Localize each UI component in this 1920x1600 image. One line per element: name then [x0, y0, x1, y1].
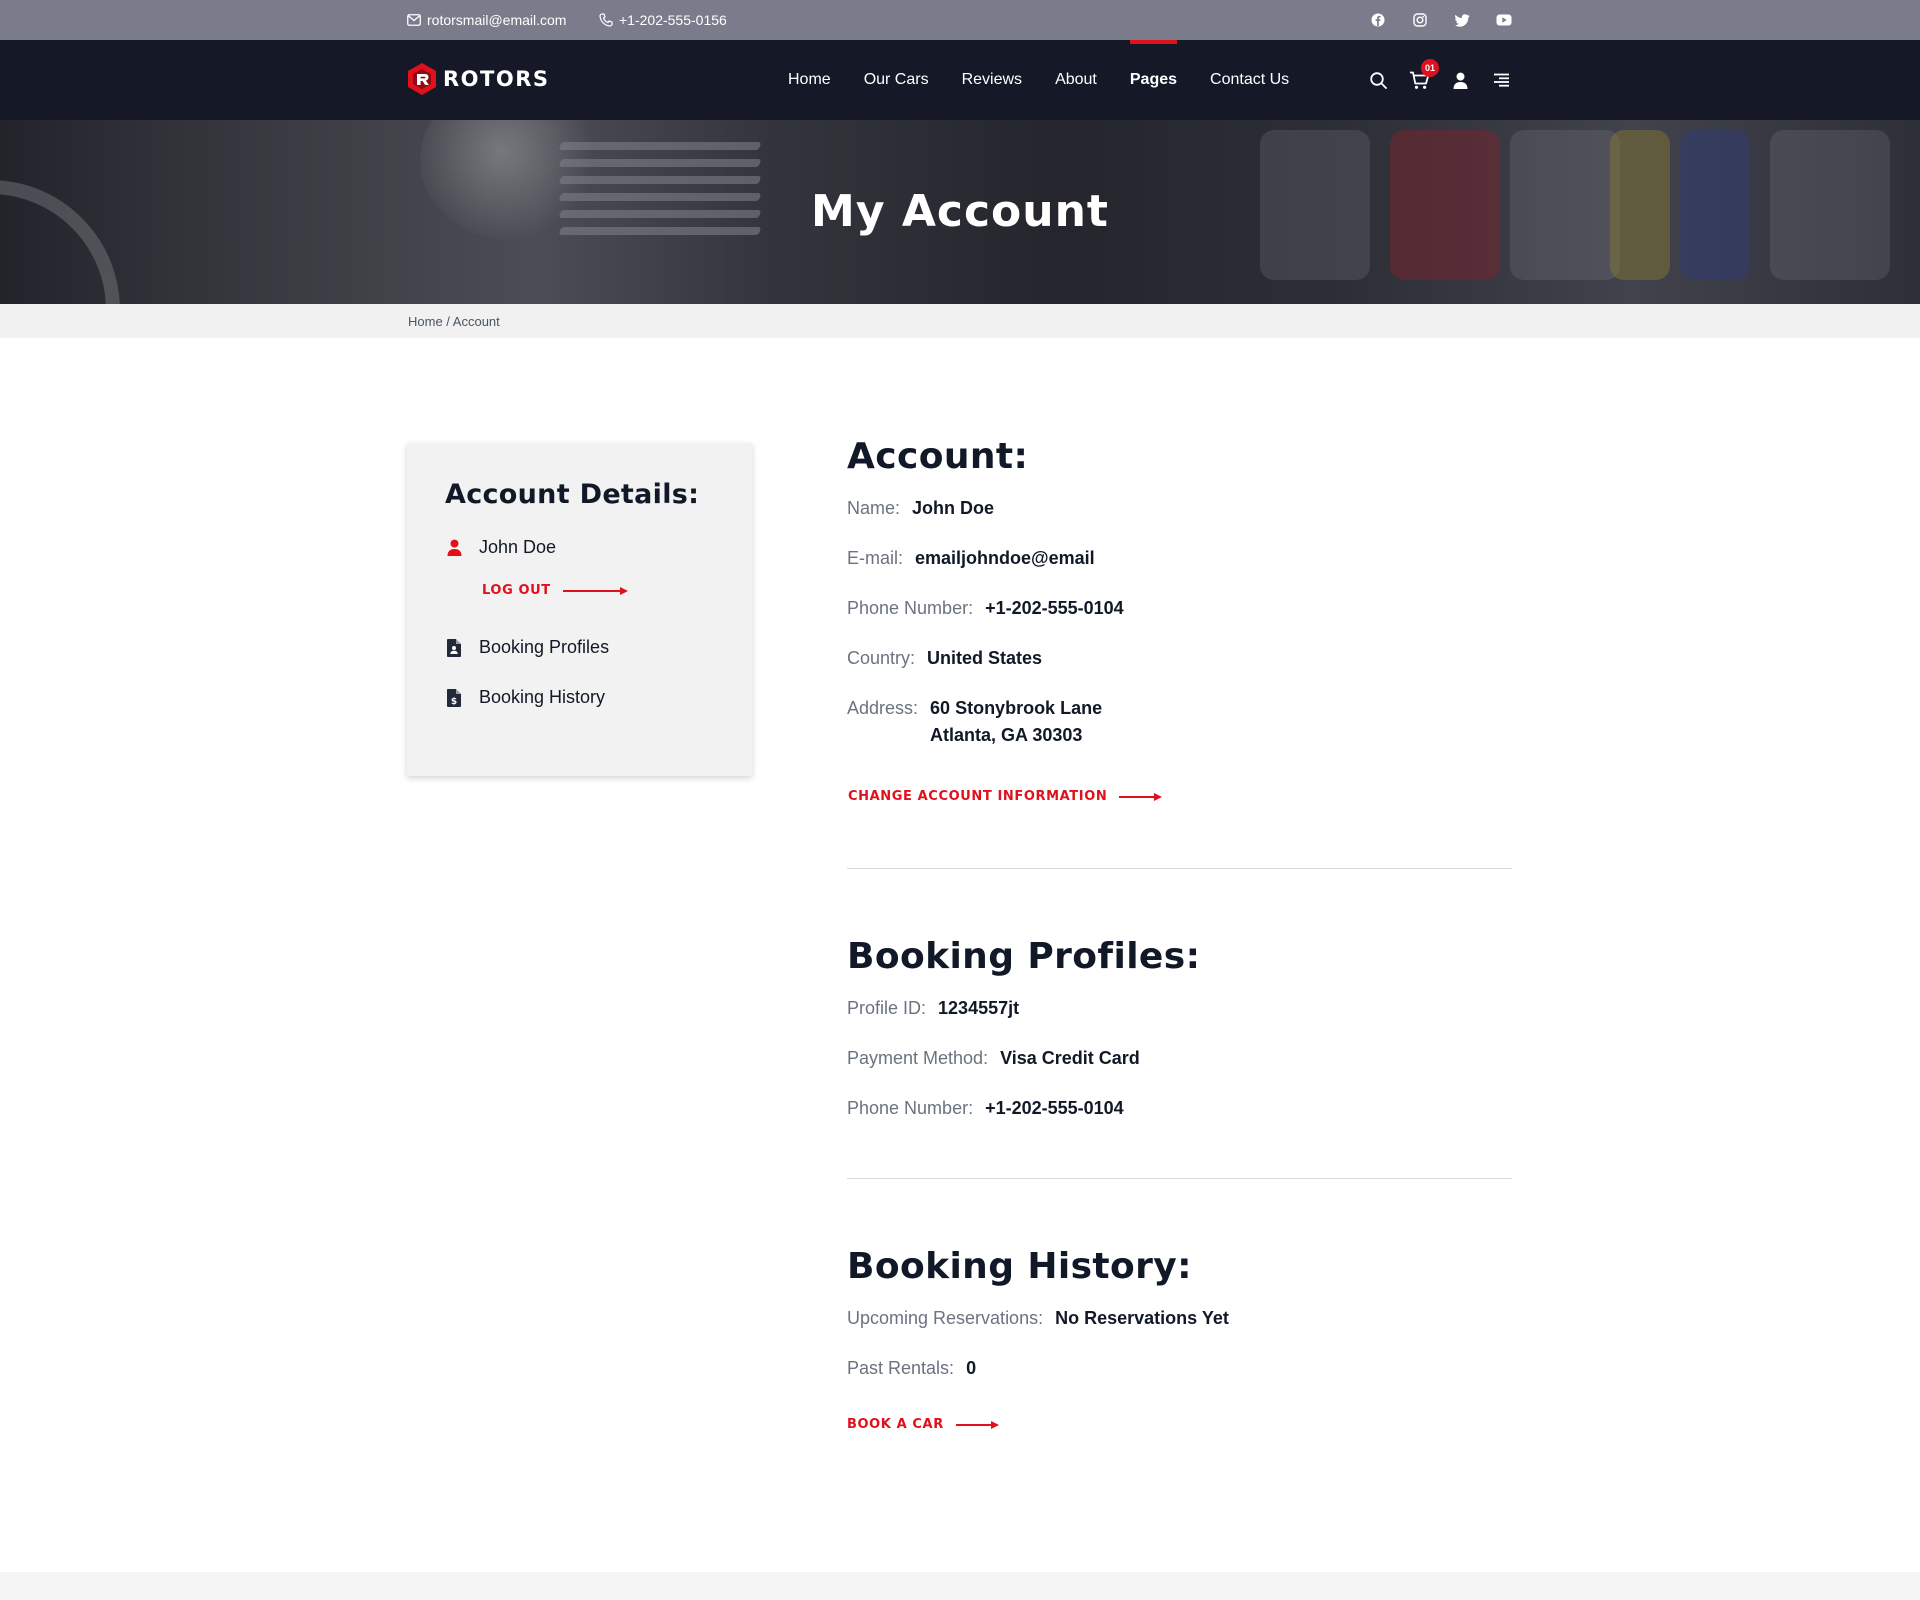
field-label: Address: — [847, 698, 919, 718]
account-details-title: Account Details: — [445, 479, 700, 510]
change-account-info-label: CHANGE ACCOUNT INFORMATION — [848, 789, 1108, 804]
breadcrumb-bar: Home / Account — [0, 304, 1920, 338]
upcoming-reservations-row: Upcoming Reservations: No Reservations Y… — [847, 1305, 1229, 1332]
section-divider — [847, 1178, 1512, 1179]
change-account-info-link[interactable]: CHANGE ACCOUNT INFORMATION — [848, 789, 1163, 804]
account-email-row: E-mail: emailjohndoe@email — [847, 545, 1095, 572]
instagram-icon[interactable] — [1412, 12, 1428, 28]
arrow-right-icon — [955, 1420, 999, 1429]
nav-item-pages[interactable]: Pages — [1129, 40, 1178, 120]
sidebar-item-label: Booking Profiles — [479, 637, 610, 657]
cart-button[interactable]: 01 — [1408, 59, 1439, 91]
booking-profiles-section-title: Booking Profiles: — [847, 936, 1201, 977]
logout-label: LOG OUT — [482, 583, 551, 598]
field-label: Phone Number: — [847, 1098, 974, 1118]
page-title: My Account — [811, 186, 1109, 237]
user-icon — [445, 539, 463, 556]
book-a-car-label: BOOK A CAR — [847, 1417, 944, 1432]
user-icon[interactable] — [1449, 69, 1471, 91]
arrow-right-icon — [1119, 792, 1163, 801]
field-value: Visa Credit Card — [1000, 1048, 1140, 1068]
address-line-1: 60 Stonybrook Lane — [930, 698, 1103, 718]
main-menu: Home Our Cars Reviews About Pages Contac… — [788, 40, 1322, 120]
site-logo[interactable]: ROTORS — [407, 62, 550, 96]
field-value: 60 Stonybrook Lane Atlanta, GA 30303 — [930, 695, 1102, 749]
youtube-icon[interactable] — [1496, 12, 1512, 28]
account-section-title: Account: — [847, 436, 1029, 477]
field-value: No Reservations Yet — [1055, 1308, 1229, 1328]
account-name-row: Name: John Doe — [847, 495, 994, 522]
account-country-row: Country: United States — [847, 645, 1042, 672]
main-navbar: ROTORS Home Our Cars Reviews About Pages… — [0, 40, 1920, 120]
logout-link[interactable]: LOG OUT — [482, 583, 629, 598]
footer-strip — [0, 1572, 1920, 1600]
profile-id-row: Profile ID: 1234557jt — [847, 995, 1019, 1022]
nav-item-reviews[interactable]: Reviews — [962, 40, 1022, 120]
arrow-right-icon — [562, 586, 628, 595]
nav-actions: 01 — [1348, 40, 1512, 120]
facebook-icon[interactable] — [1370, 12, 1386, 28]
past-rentals-row: Past Rentals: 0 — [847, 1355, 976, 1382]
breadcrumb[interactable]: Home / Account — [408, 304, 500, 338]
svg-text:$: $ — [451, 697, 457, 707]
page-hero-banner: My Account — [0, 120, 1920, 304]
field-label: Payment Method: — [847, 1048, 989, 1068]
payment-method-row: Payment Method: Visa Credit Card — [847, 1045, 1140, 1072]
field-value: John Doe — [912, 498, 995, 518]
mail-icon — [407, 14, 421, 26]
phone-contact[interactable]: +1-202-555-0156 — [599, 0, 727, 40]
field-label: Name: — [847, 498, 901, 518]
book-a-car-link[interactable]: BOOK A CAR — [847, 1417, 1000, 1432]
field-label: Upcoming Reservations: — [847, 1308, 1044, 1328]
field-label: Profile ID: — [847, 998, 927, 1018]
document-user-icon — [445, 638, 463, 657]
email-contact[interactable]: rotorsmail@email.com — [407, 0, 566, 40]
field-value: 1234557jt — [938, 998, 1020, 1018]
phone-text: +1-202-555-0156 — [619, 12, 727, 28]
account-address-row: Address: 60 Stonybrook Lane Atlanta, GA … — [847, 695, 1102, 749]
rotors-logo-icon — [408, 63, 436, 95]
nav-item-our-cars[interactable]: Our Cars — [864, 40, 929, 120]
nav-item-home[interactable]: Home — [788, 40, 831, 120]
brand-name: ROTORS — [443, 67, 550, 91]
email-text: rotorsmail@email.com — [427, 12, 567, 28]
sidebar-item-label: Booking History — [479, 687, 606, 707]
field-value: emailjohndoe@email — [915, 548, 1095, 568]
profile-phone-row: Phone Number: +1-202-555-0104 — [847, 1095, 1124, 1122]
field-label: Country: — [847, 648, 916, 668]
sidebar-user-name: John Doe — [479, 537, 557, 557]
booking-history-section-title: Booking History: — [847, 1246, 1192, 1287]
nav-item-about[interactable]: About — [1055, 40, 1097, 120]
field-value: United States — [927, 648, 1043, 668]
address-line-2: Atlanta, GA 30303 — [930, 725, 1083, 745]
field-label: Phone Number: — [847, 598, 974, 618]
sidebar-user: John Doe — [445, 537, 556, 558]
twitter-icon[interactable] — [1454, 12, 1470, 28]
field-value: 0 — [966, 1358, 977, 1378]
top-bar: rotorsmail@email.com +1-202-555-0156 — [0, 0, 1920, 40]
invoice-icon: $ — [445, 688, 463, 707]
menu-icon[interactable] — [1490, 69, 1512, 91]
account-phone-row: Phone Number: +1-202-555-0104 — [847, 595, 1124, 622]
account-details-card: Account Details: John Doe LOG OUT Bookin… — [407, 443, 752, 776]
social-links — [1370, 0, 1512, 40]
field-value: +1-202-555-0104 — [985, 598, 1124, 618]
cart-count-badge: 01 — [1421, 59, 1439, 77]
section-divider — [847, 868, 1512, 869]
field-label: E-mail: — [847, 548, 904, 568]
sidebar-item-booking-profiles[interactable]: Booking Profiles — [445, 637, 609, 658]
field-label: Past Rentals: — [847, 1358, 955, 1378]
sidebar-item-booking-history[interactable]: $ Booking History — [445, 687, 605, 708]
search-icon[interactable] — [1367, 69, 1389, 91]
nav-item-contact-us[interactable]: Contact Us — [1210, 40, 1289, 120]
phone-icon — [599, 13, 613, 27]
field-value: +1-202-555-0104 — [985, 1098, 1124, 1118]
